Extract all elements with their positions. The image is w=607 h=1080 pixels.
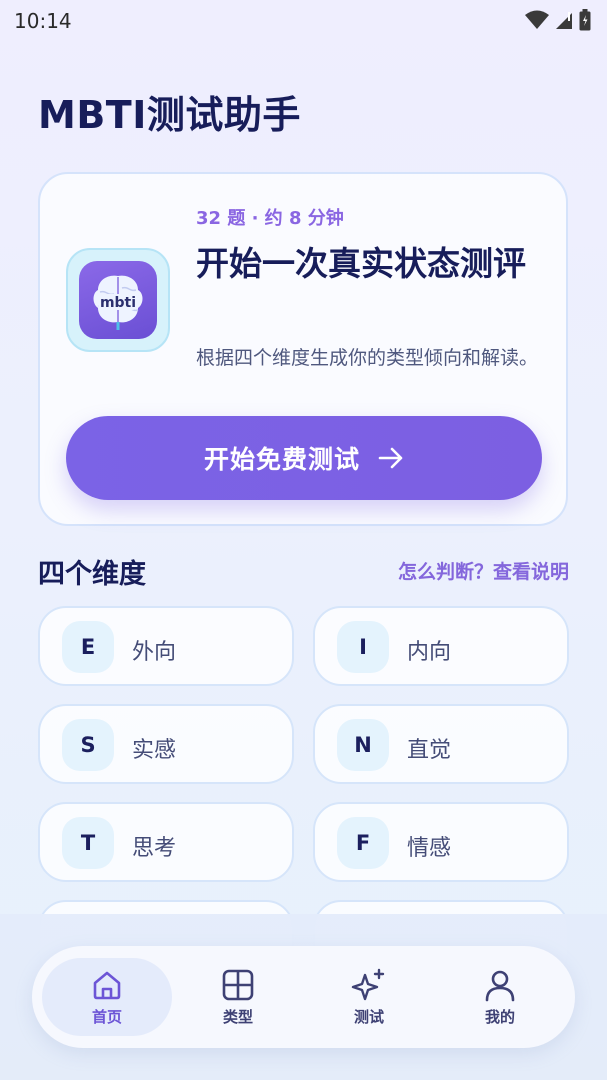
battery-icon — [579, 9, 591, 31]
brain-logo-icon: mbti — [79, 261, 157, 339]
status-icons — [525, 9, 591, 31]
dimension-letter: T — [62, 817, 114, 869]
dimension-letter: F — [337, 817, 389, 869]
dimension-label: 实感 — [132, 738, 177, 763]
page-title: MBTI测试助手 — [38, 93, 301, 137]
hero-title: 开始一次真实状态测评 — [196, 244, 526, 283]
hero-description: 根据四个维度生成你的类型倾向和解读。 — [196, 347, 539, 369]
app-logo: mbti — [66, 248, 170, 352]
nav-item-test[interactable]: 测试 — [304, 958, 434, 1036]
bottom-nav: 首页 类型 测试 我的 — [32, 946, 575, 1048]
dimension-card-n[interactable]: N 直觉 — [313, 704, 569, 784]
dimension-label: 外向 — [132, 640, 177, 665]
status-time: 10:14 — [14, 9, 72, 33]
dimension-letter: I — [337, 621, 389, 673]
dimension-label: 内向 — [407, 640, 452, 665]
dimension-letter: E — [62, 621, 114, 673]
sparkle-icon — [351, 968, 385, 1000]
user-icon — [485, 970, 515, 1001]
dimension-card-t[interactable]: T 思考 — [38, 802, 294, 882]
start-test-button[interactable]: 开始免费测试 — [66, 416, 542, 500]
start-test-label: 开始免费测试 — [203, 445, 360, 474]
home-icon — [93, 971, 121, 999]
nav-label: 类型 — [222, 1007, 253, 1026]
nav-item-home[interactable]: 首页 — [42, 958, 172, 1036]
nav-item-types[interactable]: 类型 — [173, 958, 303, 1036]
dimensions-title: 四个维度 — [38, 559, 146, 590]
dimension-label: 情感 — [407, 836, 452, 861]
dimension-card-f[interactable]: F 情感 — [313, 802, 569, 882]
dimension-card-i[interactable]: I 内向 — [313, 606, 569, 686]
test-meta: 32 题 · 约 8 分钟 — [196, 208, 344, 229]
dimension-letter: S — [62, 719, 114, 771]
dimension-letter: N — [337, 719, 389, 771]
status-bar: 10:14 — [0, 0, 607, 44]
nav-label: 首页 — [91, 1007, 122, 1026]
nav-label: 测试 — [353, 1007, 384, 1026]
arrow-right-icon — [378, 447, 403, 469]
wifi-icon — [525, 10, 549, 29]
grid-icon — [222, 969, 254, 1000]
dimension-label: 直觉 — [407, 738, 452, 763]
logo-text: mbti — [100, 295, 136, 311]
hero-card: mbti 32 题 · 约 8 分钟 开始一次真实状态测评 根据四个维度生成你的… — [38, 172, 568, 526]
signal-icon — [556, 12, 572, 29]
dimension-card-e[interactable]: E 外向 — [38, 606, 294, 686]
dimension-label: 思考 — [132, 836, 177, 861]
nav-label: 我的 — [484, 1007, 515, 1026]
nav-item-me[interactable]: 我的 — [435, 958, 565, 1036]
dimension-card-s[interactable]: S 实感 — [38, 704, 294, 784]
dimensions-help-link[interactable]: 怎么判断？查看说明 — [398, 557, 569, 584]
